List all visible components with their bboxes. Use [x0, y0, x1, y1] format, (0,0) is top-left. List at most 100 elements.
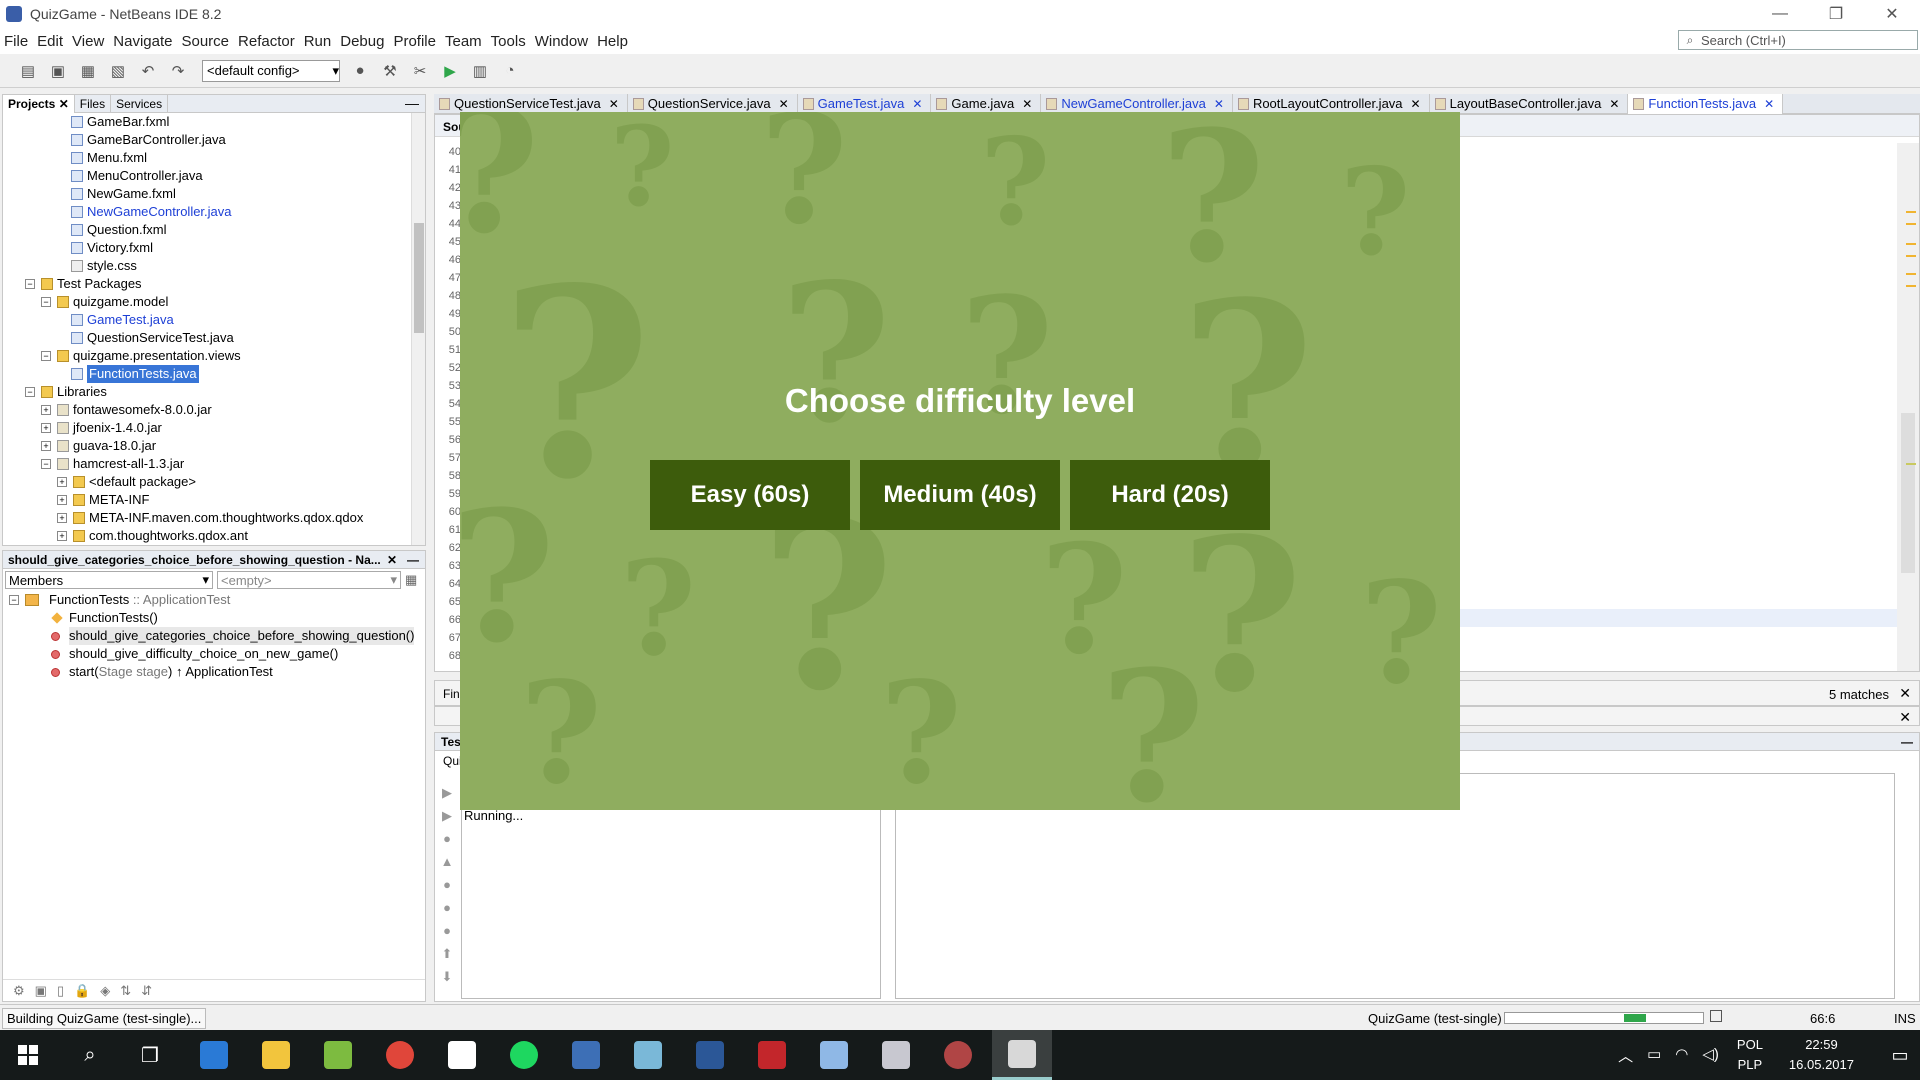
editor-tab[interactable]: NewGameController.java ✕	[1041, 94, 1233, 114]
undo-icon[interactable]: ↶	[136, 60, 160, 82]
tree-item[interactable]: − Test Packages	[3, 275, 425, 293]
chevron-up-icon[interactable]: ︿	[1618, 1045, 1633, 1066]
editor-scrollbar[interactable]	[1897, 143, 1919, 671]
menu-refactor[interactable]: Refactor	[238, 33, 295, 50]
expand-icon[interactable]: +	[41, 441, 51, 451]
editor-tab[interactable]: FunctionTests.java ✕	[1628, 94, 1784, 114]
medium-button[interactable]: Medium (40s)	[860, 460, 1060, 530]
member-row[interactable]: should_give_difficulty_choice_on_new_gam…	[3, 645, 425, 663]
tree-item[interactable]: − Libraries	[3, 383, 425, 401]
sort-by-source-icon[interactable]: ⇅	[120, 983, 131, 999]
close-icon[interactable]: ✕	[1899, 685, 1911, 702]
editor-tab[interactable]: QuestionServiceTest.java ✕	[434, 94, 628, 114]
tab-services[interactable]: Services	[111, 94, 169, 113]
tree-item[interactable]: Question.fxml	[3, 221, 425, 239]
tree-item[interactable]: + META-INF	[3, 491, 425, 509]
close-icon[interactable]: ✕	[1899, 709, 1911, 726]
start-button[interactable]	[0, 1030, 56, 1080]
edge-app[interactable]	[186, 1030, 242, 1080]
menu-file[interactable]: File	[4, 33, 28, 50]
close-tab-icon[interactable]: ✕	[1764, 97, 1774, 111]
tree-item[interactable]: QuestionServiceTest.java	[3, 329, 425, 347]
rerun-failed-icon[interactable]: ▶	[437, 804, 457, 827]
warning-icon[interactable]: ▲	[437, 850, 457, 873]
sort-by-name-icon[interactable]: ⇵	[141, 983, 152, 999]
expand-icon[interactable]: +	[57, 513, 67, 523]
menu-profile[interactable]: Profile	[393, 33, 436, 50]
tree-item[interactable]: + <default package>	[3, 473, 425, 491]
tree-item[interactable]: style.css	[3, 257, 425, 275]
mail-app[interactable]	[868, 1030, 924, 1080]
menu-view[interactable]: View	[72, 33, 104, 50]
editor-tab[interactable]: Game.java ✕	[931, 94, 1042, 114]
menu-source[interactable]: Source	[181, 33, 229, 50]
run-icon[interactable]: ▶	[438, 60, 462, 82]
tree-item[interactable]: NewGame.fxml	[3, 185, 425, 203]
language-indicator[interactable]: POL PLP	[1737, 1035, 1763, 1075]
menu-team[interactable]: Team	[445, 33, 482, 50]
close-tab-icon[interactable]: ✕	[1411, 97, 1421, 111]
redo-icon[interactable]: ↷	[166, 60, 190, 82]
tree-item[interactable]: + jfoenix-1.4.0.jar	[3, 419, 425, 437]
clean-build-icon[interactable]: ✂	[408, 60, 432, 82]
close-button[interactable]: ✕	[1864, 0, 1920, 28]
tree-item[interactable]: − quizgame.presentation.views	[3, 347, 425, 365]
warning-mark[interactable]	[1906, 255, 1916, 257]
battery-icon[interactable]: ▭	[1647, 1045, 1661, 1066]
close-tab-icon[interactable]: ✕	[1022, 97, 1032, 111]
virtualbox-app[interactable]	[558, 1030, 614, 1080]
menu-help[interactable]: Help	[597, 33, 628, 50]
expand-icon[interactable]: +	[57, 495, 67, 505]
warning-mark[interactable]	[1906, 285, 1916, 287]
filter-static-icon[interactable]: ▯	[57, 983, 64, 999]
close-tab-icon[interactable]: ✕	[779, 97, 789, 111]
editor-tab[interactable]: GameTest.java ✕	[798, 94, 932, 114]
stop-icon[interactable]: ●	[437, 827, 457, 850]
cancel-task-icon[interactable]	[1710, 1010, 1722, 1022]
globe-icon[interactable]: ●	[348, 60, 372, 82]
next-icon[interactable]: ⬇	[437, 965, 457, 988]
menu-edit[interactable]: Edit	[37, 33, 63, 50]
clock[interactable]: 22:59 16.05.2017	[1789, 1035, 1854, 1075]
warning-mark[interactable]	[1906, 211, 1916, 213]
warning-mark[interactable]	[1906, 223, 1916, 225]
chrome-app[interactable]	[372, 1030, 428, 1080]
tree-item[interactable]: Menu.fxml	[3, 149, 425, 167]
expand-icon[interactable]: +	[57, 531, 67, 541]
editor-tab[interactable]: QuestionService.java ✕	[628, 94, 798, 114]
tree-item[interactable]: NewGameController.java	[3, 203, 425, 221]
search-input[interactable]: ⌕ Search (Ctrl+I)	[1678, 30, 1918, 50]
profile-icon[interactable]: ◔	[498, 60, 522, 82]
notes-app[interactable]	[620, 1030, 676, 1080]
collapse-icon[interactable]: −	[41, 351, 51, 361]
new-file-icon[interactable]: ▤	[16, 60, 40, 82]
members-select[interactable]: Members ▾	[5, 571, 213, 589]
filter-fields-icon[interactable]: ▣	[35, 983, 47, 999]
cube-app[interactable]	[806, 1030, 862, 1080]
tree-item[interactable]: − quizgame.model	[3, 293, 425, 311]
expand-icon[interactable]: +	[57, 477, 67, 487]
close-tab-icon[interactable]: ✕	[1214, 97, 1224, 111]
info-icon[interactable]: ●	[437, 873, 457, 896]
filter-nonpublic-icon[interactable]: 🔒	[74, 983, 90, 999]
menu-navigate[interactable]: Navigate	[113, 33, 172, 50]
acrobat-app[interactable]	[744, 1030, 800, 1080]
collapse-icon[interactable]: −	[41, 459, 51, 469]
minimize-panel-icon[interactable]: —	[407, 551, 419, 569]
store-app[interactable]	[434, 1030, 490, 1080]
tree-item[interactable]: + com.thoughtworks.qdox.ant	[3, 527, 425, 545]
collapse-icon[interactable]: −	[9, 595, 19, 605]
easy-button[interactable]: Easy (60s)	[650, 460, 850, 530]
scrollbar-thumb[interactable]	[414, 223, 424, 333]
tree-item[interactable]: Victory.fxml	[3, 239, 425, 257]
menu-debug[interactable]: Debug	[340, 33, 384, 50]
editor-tab[interactable]: LayoutBaseController.java ✕	[1430, 94, 1629, 114]
skipped-icon[interactable]: ●	[437, 919, 457, 942]
error-icon[interactable]: ●	[437, 896, 457, 919]
warning-mark[interactable]	[1906, 243, 1916, 245]
warning-mark[interactable]	[1906, 463, 1916, 465]
minimize-panel-icon[interactable]: —	[405, 95, 419, 111]
collapse-icon[interactable]: −	[25, 387, 35, 397]
explorer-app[interactable]	[248, 1030, 304, 1080]
expand-icon[interactable]: +	[41, 405, 51, 415]
